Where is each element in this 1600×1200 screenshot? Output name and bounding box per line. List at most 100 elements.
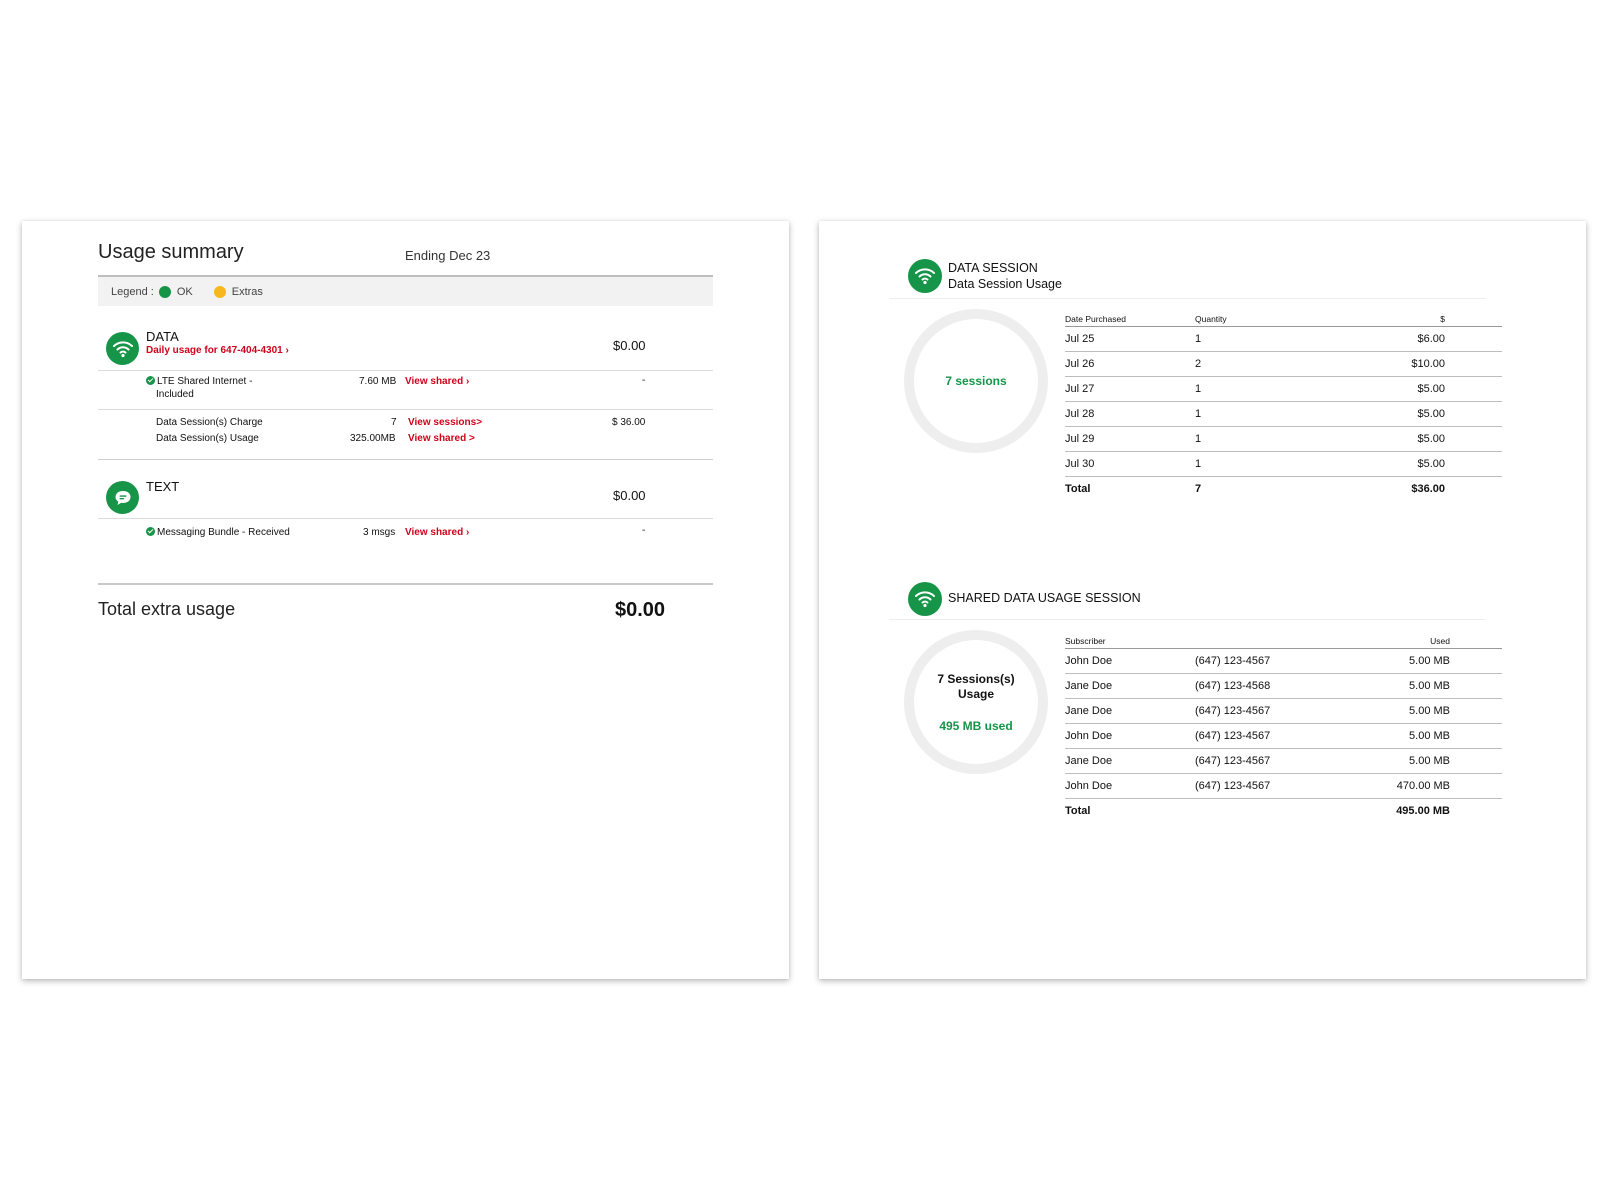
billing-period: Ending Dec 23 [405,248,491,263]
lte-included-label: Included [156,389,194,400]
data-session-table: Date Purchased Quantity $ Jul 25 1 $6.00… [1065,311,1502,501]
subscriber-cell: John Doe [1065,773,1195,799]
lte-shared-internet-label: LTE Shared Internet - [146,376,252,387]
data-session-title: DATA SESSION [948,261,1038,275]
subscriber-cell: John Doe [1065,648,1195,674]
phone-cell: (647) 123-4568 [1195,673,1325,699]
total-label: Total [1065,804,1091,817]
amount-cell: $10.00 [1325,351,1502,377]
quantity-cell: 1 [1195,401,1325,427]
divider [889,298,1486,299]
check-icon [146,376,155,385]
table-row: John Doe (647) 123-4567 470.00 MB [1065,773,1502,799]
amount-cell: $6.00 [1325,326,1502,352]
messaging-usage-value: 3 msgs [363,527,396,538]
data-session-usage-label: Data Session(s) Usage [156,433,259,444]
shared-session-title: SHARED DATA USAGE SESSION [948,591,1141,605]
subscriber-cell: Jane Doe [1065,698,1195,724]
phone-cell: (647) 123-4567 [1195,648,1325,674]
amount-cell: $5.00 [1325,376,1502,402]
total-extra-usage-label: Total extra usage [98,599,236,619]
session-details-panel: DATA SESSION Data Session Usage 7 sessio… [819,221,1586,979]
column-header: Subscriber [1065,633,1195,649]
data-session-usage-value: 325.00MB [350,433,396,444]
used-cell: 5.00 MB [1325,673,1502,699]
legend-bar: Legend : OK Extras [98,275,713,306]
date-cell: Jul 27 [1065,376,1195,402]
phone-cell: (647) 123-4567 [1195,748,1325,774]
total-quantity: 7 [1195,482,1202,495]
data-session-charge-count: 7 [391,417,397,428]
text-category-title: TEXT [146,479,180,494]
data-session-charge-amount: $ 36.00 [612,417,646,428]
data-session-view-shared-link[interactable]: View shared > [408,433,475,444]
sessions-count-ring: 7 sessions [904,309,1048,453]
column-header: $ [1325,311,1502,327]
legend-label: Legend : [111,285,154,298]
phone-cell: (647) 123-4567 [1195,698,1325,724]
check-icon [146,527,155,536]
table-row: Jane Doe (647) 123-4568 5.00 MB [1065,673,1502,699]
table-row: Jane Doe (647) 123-4567 5.00 MB [1065,698,1502,724]
table-total-row: Total 7 $36.00 [1065,476,1502,501]
wifi-icon [908,582,942,616]
total-label: Total [1065,482,1091,495]
table-row: Jul 25 1 $6.00 [1065,326,1502,352]
legend-extras-label: Extras [231,285,263,298]
amount-cell: $5.00 [1325,451,1502,477]
table-row: Jul 27 1 $5.00 [1065,376,1502,402]
total-divider [98,583,713,585]
amount-cell: $5.00 [1325,401,1502,427]
extras-status-dot [213,285,226,298]
data-session-charge-label: Data Session(s) Charge [156,417,263,428]
table-total-row: Total 495.00 MB [1065,798,1502,823]
data-amount: $0.00 [613,338,646,353]
total-extra-usage-value: $0.00 [615,599,666,621]
column-header [1195,633,1325,649]
divider [98,370,713,371]
divider [98,459,713,460]
table-header-row: Date Purchased Quantity $ [1065,311,1502,327]
date-cell: Jul 29 [1065,426,1195,452]
daily-usage-link[interactable]: Daily usage for 647-404-4301 › [146,345,289,356]
quantity-cell: 1 [1195,426,1325,452]
quantity-cell: 1 [1195,376,1325,402]
chat-bubble-icon [106,481,139,514]
messaging-view-shared-link[interactable]: View shared › [405,527,469,538]
lte-view-shared-link[interactable]: View shared › [405,376,469,387]
quantity-cell: 1 [1195,326,1325,352]
column-header: Date Purchased [1065,311,1195,327]
shared-usage-ring: 7 Sessions(s) Usage 495 MB used [904,630,1048,774]
lte-amount: - [642,375,646,386]
used-cell: 5.00 MB [1325,748,1502,774]
table-row: Jul 26 2 $10.00 [1065,351,1502,377]
table-row: John Doe (647) 123-4567 5.00 MB [1065,648,1502,674]
used-cell: 5.00 MB [1325,723,1502,749]
total-blank [1195,798,1325,823]
page-title: Usage summary [98,241,244,263]
used-cell: 470.00 MB [1325,773,1502,799]
view-sessions-link[interactable]: View sessions> [408,417,482,428]
ok-status-dot [158,285,171,298]
total-used: 495.00 MB [1396,804,1450,817]
lte-usage-value: 7.60 MB [359,376,397,387]
column-header: Quantity [1195,311,1325,327]
used-cell: 5.00 MB [1325,648,1502,674]
date-cell: Jul 25 [1065,326,1195,352]
table-row: Jul 29 1 $5.00 [1065,426,1502,452]
data-session-subtitle: Data Session Usage [948,277,1062,291]
wifi-icon [106,332,139,365]
text-amount: $0.00 [613,488,646,503]
divider [98,518,713,519]
divider [98,409,713,410]
total-amount: $36.00 [1411,482,1445,495]
divider [889,619,1486,620]
table-row: John Doe (647) 123-4567 5.00 MB [1065,723,1502,749]
shared-usage-label: Usage [957,686,995,701]
subscriber-cell: John Doe [1065,723,1195,749]
shared-used-amount: 495 MB used [939,718,1013,733]
quantity-cell: 2 [1195,351,1325,377]
date-cell: Jul 28 [1065,401,1195,427]
date-cell: Jul 26 [1065,351,1195,377]
subscriber-cell: Jane Doe [1065,748,1195,774]
